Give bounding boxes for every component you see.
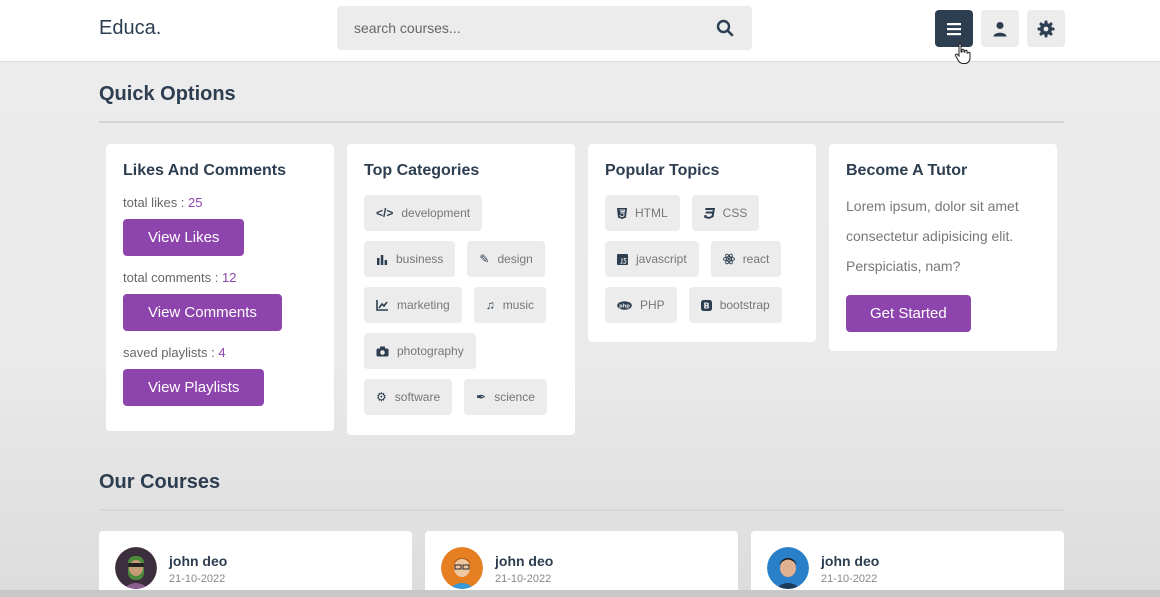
- category-business[interactable]: business: [364, 241, 456, 277]
- search-icon: [716, 19, 734, 37]
- saved-playlists-text: saved playlists : 4: [123, 345, 317, 360]
- divider: [99, 121, 1064, 123]
- popular-topics-card: Popular Topics HTML CSS javascript react: [588, 144, 816, 342]
- quick-options-title: Quick Options: [99, 83, 236, 105]
- topic-html[interactable]: HTML: [605, 195, 680, 231]
- topic-php[interactable]: php PHP: [605, 287, 677, 323]
- camera-icon: [376, 346, 389, 357]
- search-input[interactable]: [337, 6, 698, 50]
- course-card[interactable]: john deo 21-10-2022: [99, 531, 412, 597]
- tag-label: science: [494, 390, 535, 404]
- card-title: Top Categories: [364, 162, 480, 179]
- total-comments-value: 12: [221, 270, 237, 285]
- category-photography[interactable]: photography: [364, 333, 476, 369]
- tutor-name: john deo: [821, 553, 880, 569]
- course-card[interactable]: john deo 21-10-2022: [425, 531, 738, 597]
- react-icon: [722, 253, 735, 265]
- course-date: 21-10-2022: [169, 573, 226, 585]
- total-comments-text: total comments : 12: [123, 270, 317, 285]
- topic-bootstrap[interactable]: B bootstrap: [688, 287, 782, 323]
- tag-label: marketing: [397, 298, 450, 312]
- html5-icon: [617, 207, 627, 219]
- saved-playlists-value: 4: [218, 345, 226, 360]
- menu-button[interactable]: [935, 10, 973, 47]
- bootstrap-icon: B: [700, 299, 712, 311]
- card-title: Become A Tutor: [846, 162, 968, 179]
- header: Educa.: [0, 0, 1160, 64]
- topic-css[interactable]: CSS: [691, 195, 760, 231]
- tag-label: music: [502, 298, 535, 312]
- view-playlists-button[interactable]: View Playlists: [123, 369, 265, 406]
- code-icon: </>: [376, 206, 394, 220]
- category-science[interactable]: ✒ science: [464, 379, 547, 415]
- total-likes-label: total likes :: [123, 195, 189, 210]
- chart-line-icon: [376, 299, 389, 311]
- tag-label: photography: [397, 344, 464, 358]
- card-title: Likes And Comments: [123, 162, 286, 179]
- vial-icon: ✒: [476, 390, 487, 404]
- tag-label: react: [742, 252, 770, 266]
- bottom-bar: [0, 590, 1160, 597]
- view-likes-button[interactable]: View Likes: [123, 219, 245, 256]
- search-button[interactable]: [698, 6, 752, 50]
- tutor-name: john deo: [169, 553, 228, 569]
- likes-comments-card: Likes And Comments total likes : 25 View…: [106, 144, 334, 431]
- tag-label: HTML: [635, 206, 668, 220]
- tag-label: design: [497, 252, 533, 266]
- gear-icon: [1037, 20, 1055, 37]
- svg-text:php: php: [619, 303, 630, 309]
- card-title: Popular Topics: [605, 162, 720, 179]
- search-form: [337, 6, 752, 50]
- avatar: [441, 547, 483, 589]
- divider: [99, 509, 1064, 511]
- music-icon: ♫: [485, 298, 495, 312]
- total-comments-label: total comments :: [123, 270, 222, 285]
- avatar: [115, 547, 157, 589]
- category-software[interactable]: ⚙ software: [364, 379, 453, 415]
- become-tutor-card: Become A Tutor Lorem ipsum, dolor sit am…: [829, 144, 1057, 351]
- category-design[interactable]: ✎ design: [467, 241, 545, 277]
- css3-icon: [703, 207, 715, 219]
- get-started-button[interactable]: Get Started: [846, 295, 971, 332]
- topic-javascript[interactable]: javascript: [605, 241, 699, 277]
- user-button[interactable]: [981, 10, 1019, 47]
- logo[interactable]: Educa.: [99, 17, 161, 40]
- tutor-description: Lorem ipsum, dolor sit amet consectetur …: [846, 198, 1019, 274]
- cog-icon: ⚙: [376, 390, 387, 404]
- settings-button[interactable]: [1027, 10, 1065, 47]
- tag-label: software: [394, 390, 441, 404]
- category-marketing[interactable]: marketing: [364, 287, 462, 323]
- php-icon: php: [617, 300, 632, 310]
- tutor-name: john deo: [495, 553, 554, 569]
- topic-tags: HTML CSS javascript react php PHP B boot…: [605, 195, 799, 323]
- js-icon: [617, 253, 628, 265]
- menu-icon: [947, 22, 961, 35]
- tag-label: development: [401, 206, 471, 220]
- category-tags: </> development business ✎ design market…: [364, 195, 558, 415]
- view-comments-button[interactable]: View Comments: [123, 294, 282, 331]
- user-icon: [993, 21, 1007, 36]
- course-date: 21-10-2022: [495, 573, 552, 585]
- top-categories-card: Top Categories </> development business …: [347, 144, 575, 435]
- svg-text:B: B: [703, 301, 709, 310]
- total-likes-value: 25: [188, 195, 203, 210]
- pen-icon: ✎: [479, 252, 490, 266]
- saved-playlists-label: saved playlists :: [123, 345, 219, 360]
- tag-label: bootstrap: [719, 298, 770, 312]
- course-card[interactable]: john deo 21-10-2022: [751, 531, 1064, 597]
- tag-label: business: [396, 252, 444, 266]
- category-music[interactable]: ♫ music: [473, 287, 547, 323]
- tag-label: CSS: [722, 206, 748, 220]
- category-development[interactable]: </> development: [364, 195, 483, 231]
- total-likes-text: total likes : 25: [123, 195, 317, 210]
- our-courses-title: Our Courses: [99, 471, 221, 493]
- topic-react[interactable]: react: [710, 241, 782, 277]
- chart-bar-icon: [376, 254, 388, 265]
- tag-label: javascript: [636, 252, 687, 266]
- tag-label: PHP: [640, 298, 665, 312]
- course-date: 21-10-2022: [821, 573, 878, 585]
- hand-cursor-icon: [954, 43, 971, 64]
- avatar: [767, 547, 809, 589]
